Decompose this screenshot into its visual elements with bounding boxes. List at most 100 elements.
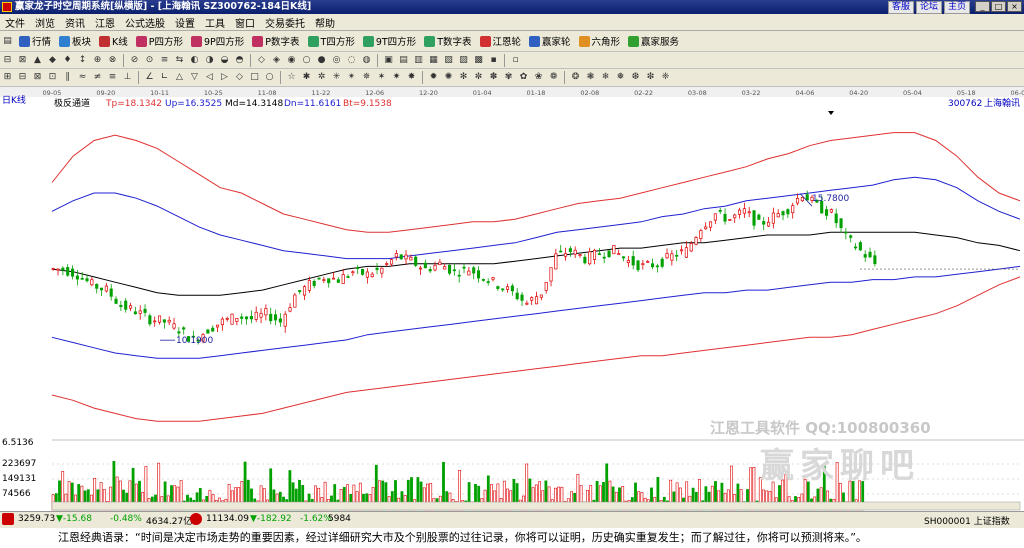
analysis-tool-icon[interactable]: ✻ bbox=[458, 72, 469, 83]
draw-tool-icon[interactable]: ▦ bbox=[428, 55, 439, 66]
draw-tool-icon[interactable]: ▫ bbox=[510, 55, 521, 66]
analysis-tool-icon[interactable]: ✽ bbox=[488, 72, 499, 83]
toolbar-button-0[interactable]: 行情 bbox=[15, 34, 55, 48]
draw-tool-icon[interactable]: ⊗ bbox=[107, 55, 118, 66]
menu-item-2[interactable]: 资讯 bbox=[60, 15, 90, 30]
menu-item-5[interactable]: 设置 bbox=[170, 15, 200, 30]
draw-tool-icon[interactable]: ⊕ bbox=[92, 55, 103, 66]
analysis-tool-icon[interactable]: ❄ bbox=[600, 72, 611, 83]
toolbar-button-8[interactable]: T数字表 bbox=[420, 34, 475, 48]
index-selector[interactable]: SH000001 上证指数 bbox=[924, 514, 1010, 527]
menu-item-0[interactable]: 文件 bbox=[0, 15, 30, 30]
analysis-tool-icon[interactable]: ✼ bbox=[473, 72, 484, 83]
toolbar-button-4[interactable]: 9P四方形 bbox=[187, 34, 248, 48]
toolbar-button-3[interactable]: P四方形 bbox=[132, 34, 187, 48]
menu-item-4[interactable]: 公式选股 bbox=[120, 15, 170, 30]
analysis-tool-icon[interactable]: ∟ bbox=[159, 72, 170, 83]
forum-link[interactable]: 论坛 bbox=[915, 1, 942, 14]
menu-item-9[interactable]: 帮助 bbox=[310, 15, 340, 30]
toolbar-button-7[interactable]: 9T四方形 bbox=[359, 34, 420, 48]
draw-tool-icon[interactable]: ▩ bbox=[473, 55, 484, 66]
draw-tool-icon[interactable]: ◎ bbox=[331, 55, 342, 66]
analysis-tool-icon[interactable]: △ bbox=[174, 72, 185, 83]
menu-item-6[interactable]: 工具 bbox=[200, 15, 230, 30]
draw-tool-icon[interactable]: ▥ bbox=[413, 55, 424, 66]
draw-tool-icon[interactable]: ◓ bbox=[234, 55, 245, 66]
analysis-tool-icon[interactable]: ⊟ bbox=[17, 72, 28, 83]
analysis-tool-icon[interactable]: ⊥ bbox=[122, 72, 133, 83]
analysis-tool-icon[interactable]: ▷ bbox=[219, 72, 230, 83]
draw-tool-icon[interactable]: ● bbox=[316, 55, 327, 66]
analysis-tool-icon[interactable]: ✸ bbox=[406, 72, 417, 83]
draw-tool-icon[interactable]: ▲ bbox=[32, 55, 43, 66]
analysis-tool-icon[interactable]: ≠ bbox=[92, 72, 103, 83]
analysis-tool-icon[interactable]: ❅ bbox=[615, 72, 626, 83]
toolbar-button-12[interactable]: 赢家服务 bbox=[624, 34, 683, 48]
analysis-tool-icon[interactable]: ❇ bbox=[645, 72, 656, 83]
analysis-tool-icon[interactable]: ✹ bbox=[428, 72, 439, 83]
draw-tool-icon[interactable]: ⊘ bbox=[129, 55, 140, 66]
analysis-tool-icon[interactable]: ☆ bbox=[286, 72, 297, 83]
analysis-tool-icon[interactable]: ✳ bbox=[331, 72, 342, 83]
chart-area[interactable]: 09-05 09-20 10-11 10-25 11-08 11-22 12-06 12-20… bbox=[0, 87, 1024, 511]
analysis-tool-icon[interactable]: ✱ bbox=[301, 72, 312, 83]
menu-item-3[interactable]: 江恩 bbox=[90, 15, 120, 30]
draw-tool-icon[interactable]: ◑ bbox=[204, 55, 215, 66]
analysis-tool-icon[interactable]: ⊡ bbox=[47, 72, 58, 83]
support-link[interactable]: 客服 bbox=[887, 1, 914, 14]
draw-tool-icon[interactable]: ▨ bbox=[458, 55, 469, 66]
analysis-tool-icon[interactable]: ✴ bbox=[346, 72, 357, 83]
close-button[interactable]: × bbox=[1007, 1, 1022, 12]
analysis-tool-icon[interactable]: ○ bbox=[264, 72, 275, 83]
analysis-tool-icon[interactable]: ❁ bbox=[548, 72, 559, 83]
toolbar-button-5[interactable]: P数字表 bbox=[248, 34, 303, 48]
analysis-tool-icon[interactable]: ❈ bbox=[660, 72, 671, 83]
analysis-tool-icon[interactable]: ✲ bbox=[316, 72, 327, 83]
analysis-tool-icon[interactable]: ◇ bbox=[234, 72, 245, 83]
draw-tool-icon[interactable]: ◆ bbox=[47, 55, 58, 66]
analysis-tool-icon[interactable]: ✿ bbox=[518, 72, 529, 83]
toolbar-button-11[interactable]: 六角形 bbox=[575, 34, 625, 48]
minimize-button[interactable]: _ bbox=[975, 1, 990, 12]
analysis-tool-icon[interactable]: ▽ bbox=[189, 72, 200, 83]
draw-tool-icon[interactable]: ◒ bbox=[219, 55, 230, 66]
analysis-tool-icon[interactable]: ≡ bbox=[107, 72, 118, 83]
draw-tool-icon[interactable]: ≡ bbox=[159, 55, 170, 66]
draw-tool-icon[interactable]: ⇆ bbox=[174, 55, 185, 66]
analysis-tool-icon[interactable]: ⊞ bbox=[2, 72, 13, 83]
analysis-tool-icon[interactable]: ∠ bbox=[144, 72, 155, 83]
draw-tool-icon[interactable]: ○ bbox=[301, 55, 312, 66]
menu-item-7[interactable]: 窗口 bbox=[230, 15, 260, 30]
toolbar-button-6[interactable]: T四方形 bbox=[304, 34, 359, 48]
draw-tool-icon[interactable]: ⊙ bbox=[144, 55, 155, 66]
analysis-tool-icon[interactable]: □ bbox=[249, 72, 260, 83]
analysis-tool-icon[interactable]: ✾ bbox=[503, 72, 514, 83]
menu-item-8[interactable]: 交易委托 bbox=[260, 15, 310, 30]
draw-tool-icon[interactable]: ↕ bbox=[77, 55, 88, 66]
draw-tool-icon[interactable]: ♦ bbox=[62, 55, 73, 66]
analysis-tool-icon[interactable]: ✷ bbox=[391, 72, 402, 83]
toolbar-button-10[interactable]: 赢家轮 bbox=[525, 34, 575, 48]
draw-tool-icon[interactable]: ▤ bbox=[398, 55, 409, 66]
analysis-tool-icon[interactable]: ❆ bbox=[630, 72, 641, 83]
draw-tool-icon[interactable]: ◌ bbox=[346, 55, 357, 66]
analysis-tool-icon[interactable]: ≈ bbox=[77, 72, 88, 83]
draw-tool-icon[interactable]: ◐ bbox=[189, 55, 200, 66]
analysis-tool-icon[interactable]: ❀ bbox=[533, 72, 544, 83]
analysis-tool-icon[interactable]: ◁ bbox=[204, 72, 215, 83]
draw-tool-icon[interactable]: ◉ bbox=[286, 55, 297, 66]
draw-tool-icon[interactable]: ▪ bbox=[488, 55, 499, 66]
analysis-tool-icon[interactable]: ⊠ bbox=[32, 72, 43, 83]
draw-tool-icon[interactable]: ⊠ bbox=[17, 55, 28, 66]
analysis-tool-icon[interactable]: ✶ bbox=[376, 72, 387, 83]
draw-tool-icon[interactable]: ◍ bbox=[361, 55, 372, 66]
toolbar-button-1[interactable]: 板块 bbox=[55, 34, 95, 48]
draw-tool-icon[interactable]: ▣ bbox=[383, 55, 394, 66]
toolbar-button-2[interactable]: K线 bbox=[95, 34, 132, 48]
maximize-button[interactable]: □ bbox=[991, 1, 1006, 12]
menu-item-1[interactable]: 浏览 bbox=[30, 15, 60, 30]
analysis-tool-icon[interactable]: ❃ bbox=[585, 72, 596, 83]
draw-tool-icon[interactable]: ▧ bbox=[443, 55, 454, 66]
toolbar-button-9[interactable]: 江恩轮 bbox=[476, 34, 526, 48]
homepage-link[interactable]: 主页 bbox=[943, 1, 970, 14]
